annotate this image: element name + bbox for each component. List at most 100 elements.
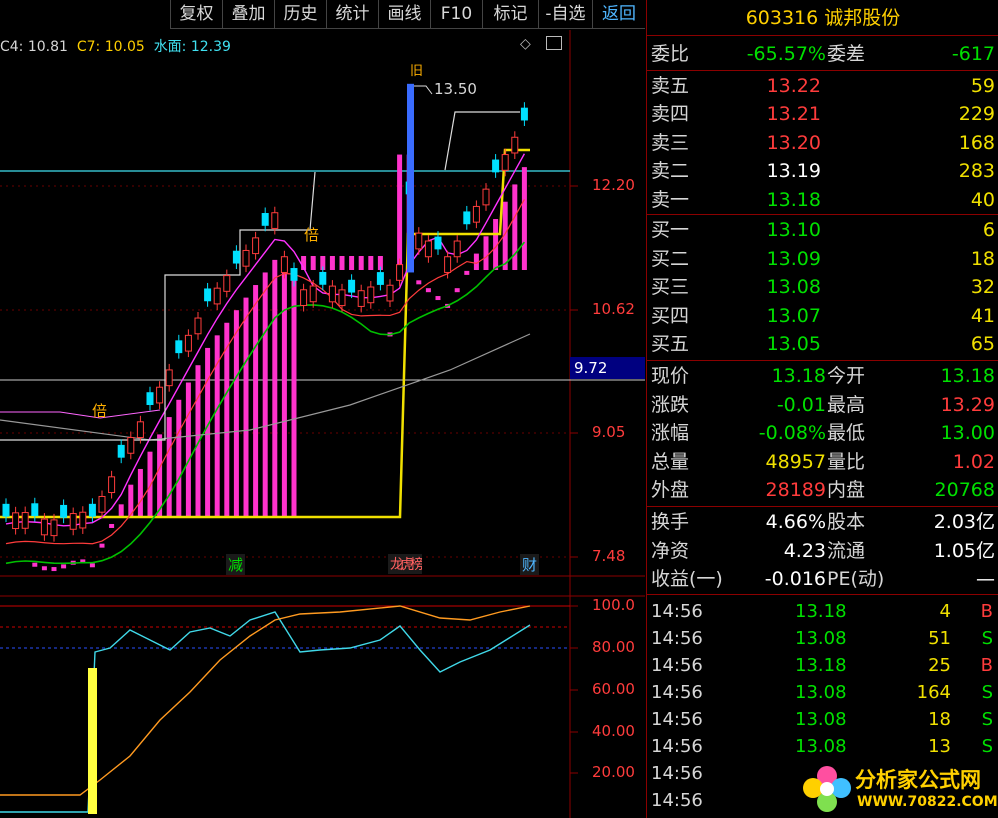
quote-panel: 603316 诚邦股份 委比 -65.57% 委差 -617 卖五 13.22 … xyxy=(646,0,998,818)
weicha-label: 委差 xyxy=(827,43,866,65)
toolbar-button-draw[interactable]: 画线 xyxy=(378,0,430,29)
quote-label-2: 最高 xyxy=(827,393,866,416)
bid-volume: 41 xyxy=(970,304,995,327)
trade-volume: 25 xyxy=(928,655,951,676)
candle-body xyxy=(98,495,106,513)
candle-body xyxy=(434,236,442,250)
bid-price: 13.08 xyxy=(766,276,821,299)
osc-signal-bar xyxy=(88,668,97,814)
volume-bar xyxy=(224,322,230,517)
candle-body xyxy=(108,476,116,494)
ask-label: 卖五 xyxy=(651,75,690,97)
candle-body xyxy=(40,518,48,536)
toolbar-button-fuquan[interactable]: 复权 xyxy=(170,0,222,29)
candle-body xyxy=(12,512,20,530)
toolbar-button-mark[interactable]: 标记 xyxy=(482,0,538,29)
kline-chart[interactable] xyxy=(0,30,645,818)
candle-body xyxy=(242,249,250,267)
osc-tick-1: 100.0 xyxy=(592,596,635,614)
candle-body xyxy=(165,369,173,387)
bid-row[interactable]: 买四 13.07 41 xyxy=(647,302,998,330)
fundamental-label-2: PE(动) xyxy=(827,568,885,591)
toolbar-button-history[interactable]: 历史 xyxy=(274,0,326,29)
trade-volume: 18 xyxy=(928,709,951,730)
quote-value: 48957 xyxy=(765,450,826,473)
event-cai-badge[interactable]: 财 xyxy=(520,554,540,575)
quote-row: 涨跌 -0.01 最高 13.29 xyxy=(647,391,998,419)
toolbar-button-f10[interactable]: F10 xyxy=(430,0,482,29)
trade-price: 13.18 xyxy=(795,601,847,622)
volume-bar xyxy=(349,256,355,270)
bid-row[interactable]: 买三 13.08 32 xyxy=(647,273,998,301)
ask-row[interactable]: 卖一 13.18 40 xyxy=(647,186,998,214)
ask-row[interactable]: 卖四 13.21 229 xyxy=(647,100,998,128)
quote-label: 涨跌 xyxy=(651,393,690,416)
volume-bar xyxy=(51,567,57,572)
candle-body xyxy=(21,512,29,529)
ask-label: 卖二 xyxy=(651,160,690,183)
ask-volume: 283 xyxy=(958,160,995,183)
quote-label-2: 今开 xyxy=(827,365,866,387)
trade-time: 14:56 xyxy=(651,655,703,676)
bid-row[interactable]: 买五 13.05 65 xyxy=(647,330,998,358)
ask-row[interactable]: 卖五 13.22 59 xyxy=(647,72,998,100)
flower-logo-icon xyxy=(803,766,851,812)
candle-body xyxy=(338,289,346,307)
bid-label: 买四 xyxy=(651,304,690,327)
ma-line-pink xyxy=(0,409,161,419)
candle-body xyxy=(520,107,528,121)
trade-side: S xyxy=(981,736,993,757)
quote-row: 外盘 28189 内盘 20768 xyxy=(647,476,998,504)
event-jian-badge[interactable]: 减 xyxy=(226,554,246,575)
toolbar-button-overlay[interactable]: 叠加 xyxy=(222,0,274,29)
quote-value-2: 13.00 xyxy=(940,422,995,445)
spike-candle xyxy=(407,83,414,273)
trade-time: 14:56 xyxy=(651,763,703,784)
candle-body xyxy=(136,421,144,439)
chart-area[interactable]: 12.20 10.62 9.05 7.48 9.72 100.0 80.00 6… xyxy=(0,30,645,818)
osc-tick-4: 40.00 xyxy=(592,722,635,740)
bid-row[interactable]: 买二 13.09 18 xyxy=(647,245,998,273)
price-tick-1: 12.20 xyxy=(592,176,635,194)
quote-label-2: 最低 xyxy=(827,422,866,445)
volume-bar xyxy=(61,564,67,569)
trade-time: 14:56 xyxy=(651,601,703,622)
trade-volume: 51 xyxy=(928,628,951,649)
candle-body xyxy=(511,136,519,154)
osc-line-cyan xyxy=(0,611,531,813)
trade-time: 14:56 xyxy=(651,682,703,703)
volume-bar xyxy=(176,399,182,517)
fundamental-label: 换手 xyxy=(651,511,690,533)
fundamental-value: -0.016 xyxy=(764,568,826,591)
osc-tick-3: 60.00 xyxy=(592,680,635,698)
ask-price: 13.22 xyxy=(766,75,821,97)
toolbar-button-back[interactable]: 返回 xyxy=(592,0,645,29)
event-longhu-badge[interactable]: 龙虎榜 xyxy=(388,554,422,574)
toolbar-button-remove-watchlist[interactable]: -自选 xyxy=(538,0,592,29)
weicha-value: -617 xyxy=(951,43,995,65)
ask-row[interactable]: 卖三 13.20 168 xyxy=(647,129,998,157)
bid-volume: 6 xyxy=(982,219,995,241)
volume-bar xyxy=(339,256,345,270)
stock-title: 603316 诚邦股份 xyxy=(647,0,998,36)
ask-row[interactable]: 卖二 13.19 283 xyxy=(647,157,998,185)
candle-body xyxy=(60,504,68,518)
trade-side: B xyxy=(980,601,993,622)
volume-bar xyxy=(416,280,422,285)
bei-marker-1: 倍 xyxy=(92,402,108,420)
volume-bar xyxy=(425,288,431,293)
bei-marker-2: 倍 xyxy=(304,226,320,244)
toolbar-button-stats[interactable]: 统计 xyxy=(326,0,378,29)
volume-bar xyxy=(243,297,249,517)
candle-body xyxy=(194,317,202,335)
step-line-2 xyxy=(290,171,316,231)
trade-time: 14:56 xyxy=(651,790,703,811)
bid-row[interactable]: 买一 13.10 6 xyxy=(647,216,998,244)
osc-tick-5: 20.00 xyxy=(592,763,635,781)
trade-row: 14:56 13.08 13 S xyxy=(647,733,998,761)
candle-body xyxy=(184,334,192,352)
quote-label: 外盘 xyxy=(651,479,690,502)
candle-body xyxy=(367,286,375,304)
candle-body xyxy=(204,288,212,302)
fundamental-value-2: — xyxy=(976,568,995,591)
